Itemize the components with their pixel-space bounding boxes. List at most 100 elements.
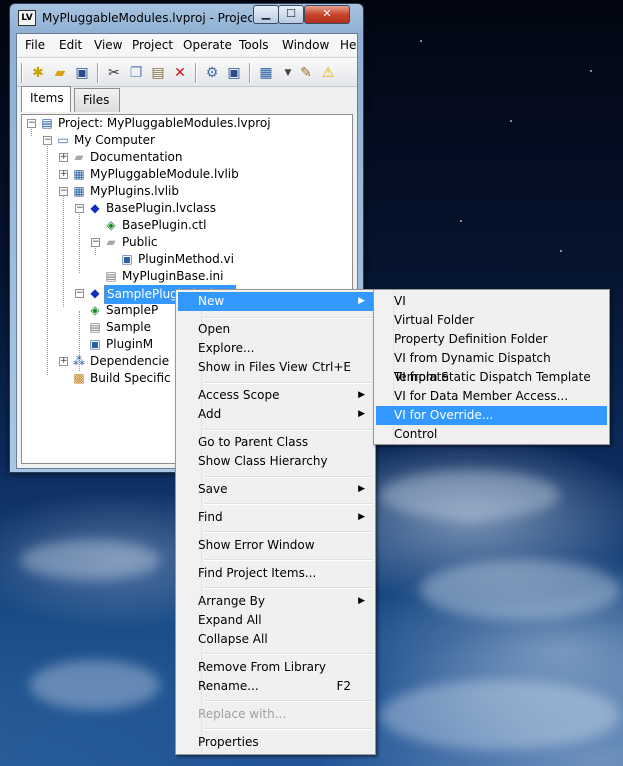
new-submenu: VI Virtual Folder Property Definition Fo…: [373, 289, 610, 445]
save-project-icon[interactable]: ▣: [225, 64, 243, 82]
menu-separator: [204, 531, 373, 533]
tree-item-label: Build Specific: [90, 371, 171, 385]
open-icon[interactable]: ▰: [51, 64, 69, 82]
menu-item-new[interactable]: New ▶: [178, 292, 373, 311]
menu-item-rename[interactable]: Rename... F2: [178, 677, 373, 696]
minimize-button[interactable]: ▁: [253, 5, 279, 24]
dependencies-icon: ⁂: [73, 354, 85, 368]
build-icon[interactable]: ⚙: [203, 64, 221, 82]
menu-edit[interactable]: Edit: [59, 38, 82, 52]
tree-item-baseplugin-ctl[interactable]: ◈ BasePlugin.ctl: [22, 217, 352, 234]
tab-items[interactable]: Items: [21, 86, 71, 112]
collapse-icon[interactable]: −: [27, 119, 36, 128]
tab-files[interactable]: Files: [74, 88, 120, 112]
menu-item-label: Find: [198, 510, 223, 524]
menu-operate[interactable]: Operate: [183, 38, 232, 52]
submenu-item-vi[interactable]: VI: [376, 292, 607, 311]
dropdown-arrow-icon[interactable]: ▼: [279, 64, 297, 82]
menu-item-save[interactable]: Save ▶: [178, 480, 373, 499]
view-options-icon[interactable]: ▦: [257, 64, 275, 82]
collapse-icon[interactable]: −: [75, 289, 84, 298]
collapse-icon[interactable]: −: [43, 136, 52, 145]
menu-item-label: VI for Override...: [394, 408, 494, 422]
class-icon: ◆: [90, 201, 100, 215]
window-title: MyPluggableModules.lvproj - Project ...: [42, 11, 252, 25]
toolbar-separator: [97, 63, 99, 83]
menu-file[interactable]: File: [25, 38, 45, 52]
collapse-icon[interactable]: −: [75, 204, 84, 213]
tree-item-baseplugin-class[interactable]: − ◆ BasePlugin.lvclass: [22, 200, 352, 217]
menu-item-label: Control: [394, 427, 438, 441]
menu-item-remove-from-library[interactable]: Remove From Library: [178, 658, 373, 677]
menu-separator: [204, 317, 373, 319]
tree-item-label: Sample: [106, 320, 151, 334]
submenu-item-vi-static-dispatch[interactable]: VI from Static Dispatch Template: [376, 368, 607, 387]
menu-item-arrange-by[interactable]: Arrange By ▶: [178, 592, 373, 611]
menu-item-go-to-parent-class[interactable]: Go to Parent Class: [178, 433, 373, 452]
submenu-item-vi-for-override[interactable]: VI for Override...: [376, 406, 607, 425]
new-icon[interactable]: ✱: [29, 64, 47, 82]
save-all-icon[interactable]: ▣: [73, 64, 91, 82]
tree-item-public-folder[interactable]: − ▰ Public: [22, 234, 352, 251]
menu-item-show-in-files[interactable]: Show in Files View Ctrl+E: [178, 358, 373, 377]
tree-item-project[interactable]: − ▤ Project: MyPluggableModules.lvproj: [22, 115, 352, 132]
delete-icon[interactable]: ✕: [171, 64, 189, 82]
submenu-arrow-icon: ▶: [358, 512, 365, 522]
menu-item-find-project-items[interactable]: Find Project Items...: [178, 564, 373, 583]
menu-item-label: VI from Static Dispatch Template: [394, 370, 591, 384]
menu-item-label: Access Scope: [198, 388, 280, 402]
warning-icon[interactable]: ⚠: [319, 64, 337, 82]
menu-item-collapse-all[interactable]: Collapse All: [178, 630, 373, 649]
menu-item-find[interactable]: Find ▶: [178, 508, 373, 527]
project-icon: ▤: [41, 116, 53, 130]
menu-item-properties[interactable]: Properties: [178, 733, 373, 752]
labview-app-icon: LV: [18, 10, 36, 26]
collapse-icon[interactable]: −: [91, 238, 100, 247]
submenu-item-control[interactable]: Control: [376, 425, 607, 444]
close-button[interactable]: ✕: [304, 5, 350, 24]
menu-item-label: VI for Data Member Access...: [394, 389, 569, 403]
menu-view[interactable]: View: [94, 38, 122, 52]
menu-item-show-class-hierarchy[interactable]: Show Class Hierarchy: [178, 452, 373, 471]
paste-icon[interactable]: ▤: [149, 64, 167, 82]
tree-item-my-computer[interactable]: − ▭ My Computer: [22, 132, 352, 149]
submenu-item-property-definition-folder[interactable]: Property Definition Folder: [376, 330, 607, 349]
menu-tools[interactable]: Tools: [239, 38, 269, 52]
menu-item-add[interactable]: Add ▶: [178, 405, 373, 424]
submenu-arrow-icon: ▶: [358, 484, 365, 494]
tree-item-myplugins-lib[interactable]: − ▦ MyPlugins.lvlib: [22, 183, 352, 200]
tree-item-label: My Computer: [74, 133, 155, 147]
submenu-item-vi-dynamic-dispatch[interactable]: VI from Dynamic Dispatch Template: [376, 349, 607, 384]
tree-item-label: Public: [122, 235, 158, 249]
title-bar[interactable]: LV MyPluggableModules.lvproj - Project .…: [10, 4, 363, 32]
submenu-arrow-icon: ▶: [358, 296, 365, 306]
collapse-icon[interactable]: −: [59, 187, 68, 196]
menu-item-explore[interactable]: Explore...: [178, 339, 373, 358]
cut-icon[interactable]: ✂: [105, 64, 123, 82]
tree-item-documentation[interactable]: + ▰ Documentation: [22, 149, 352, 166]
maximize-button[interactable]: ☐: [278, 5, 304, 24]
tree-item-mypluggablemodule-lib[interactable]: + ▦ MyPluggableModule.lvlib: [22, 166, 352, 183]
tree-item-label: PluginM: [106, 337, 154, 351]
expand-icon[interactable]: +: [59, 170, 68, 179]
tree-item-label: BasePlugin.lvclass: [106, 201, 216, 215]
menu-item-expand-all[interactable]: Expand All: [178, 611, 373, 630]
submenu-item-virtual-folder[interactable]: Virtual Folder: [376, 311, 607, 330]
tree-item-mypluginbase-ini[interactable]: ▤ MyPluginBase.ini: [22, 268, 352, 285]
properties-icon[interactable]: ✎: [297, 64, 315, 82]
menu-project[interactable]: Project: [132, 38, 173, 52]
submenu-item-vi-data-member-access[interactable]: VI for Data Member Access...: [376, 387, 607, 406]
menu-help[interactable]: He: [340, 38, 356, 52]
context-menu: New ▶ Open Explore... Show in Files View…: [175, 289, 376, 755]
menu-item-label: Remove From Library: [198, 660, 327, 674]
tree-item-pluginmethod-vi[interactable]: ▣ PluginMethod.vi: [22, 251, 352, 268]
vi-icon: ▣: [89, 337, 101, 351]
expand-icon[interactable]: +: [59, 153, 68, 162]
expand-icon[interactable]: +: [59, 357, 68, 366]
library-icon: ▦: [73, 167, 85, 181]
menu-window[interactable]: Window: [282, 38, 329, 52]
menu-item-access-scope[interactable]: Access Scope ▶: [178, 386, 373, 405]
copy-icon[interactable]: ❐: [127, 64, 145, 82]
menu-item-show-error-window[interactable]: Show Error Window: [178, 536, 373, 555]
menu-item-open[interactable]: Open: [178, 320, 373, 339]
